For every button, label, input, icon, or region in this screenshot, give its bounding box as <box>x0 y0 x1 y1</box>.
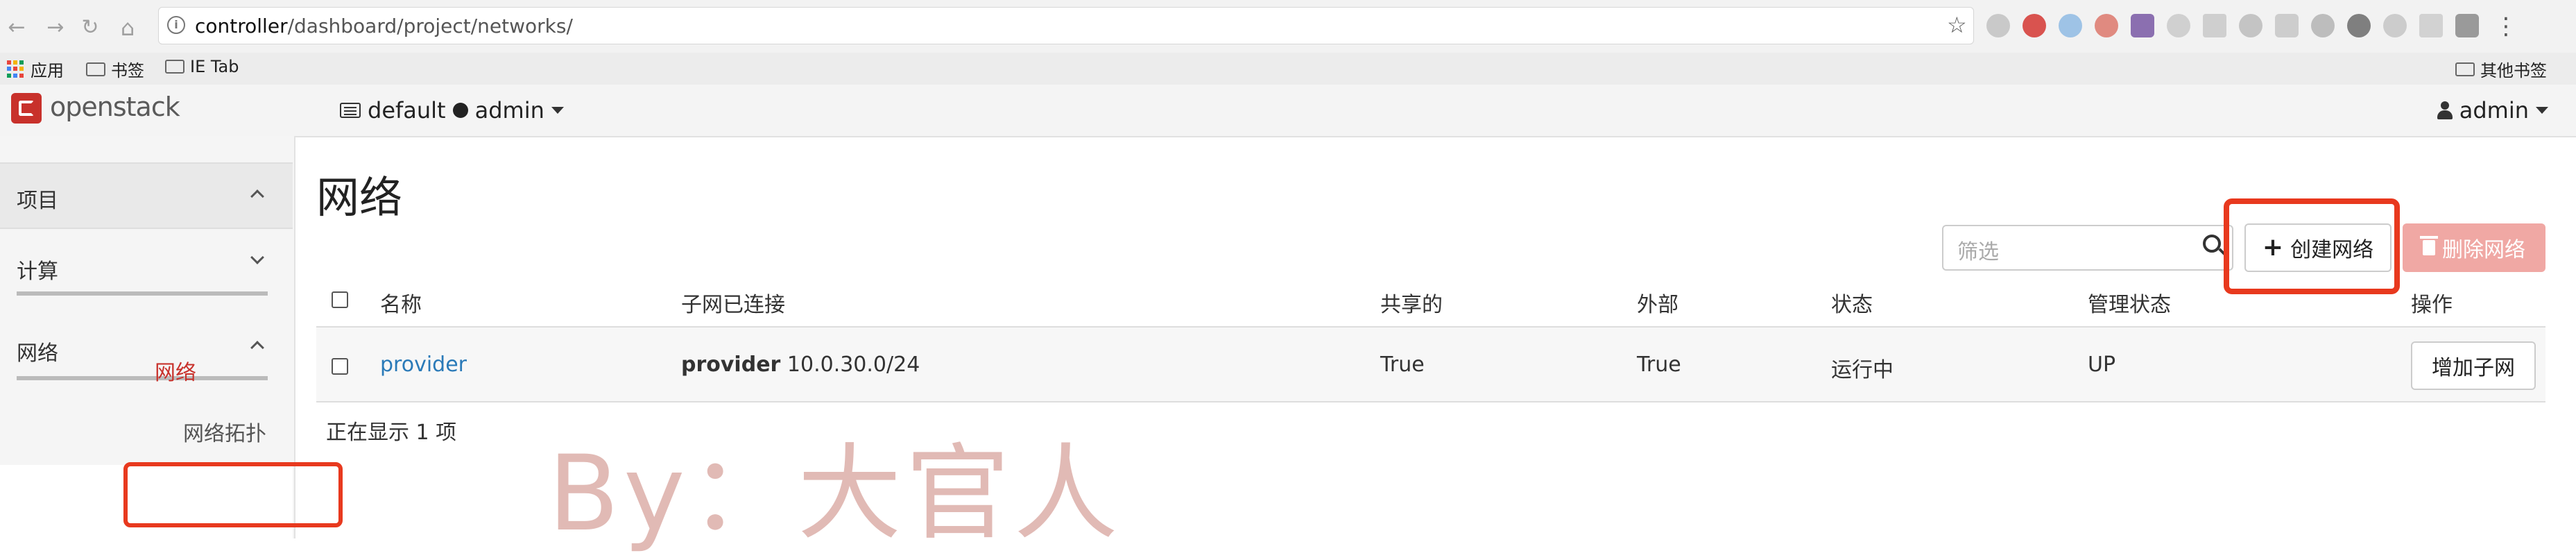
folder-icon <box>2455 62 2475 76</box>
add-subnet-button[interactable]: 增加子网 <box>2411 341 2536 390</box>
caret-down-icon <box>2536 107 2548 114</box>
highlight-box-create <box>2224 198 2400 294</box>
delete-networks-button[interactable]: 删除网络 <box>2403 223 2545 272</box>
sidebar-item-compute[interactable]: 计算 <box>0 240 293 294</box>
ext-icon-6[interactable] <box>2167 14 2190 37</box>
shared-cell: True <box>1380 353 1425 377</box>
sidebar-item-networks[interactable]: 网络 <box>123 355 227 386</box>
filter-placeholder: 筛选 <box>1957 240 1999 264</box>
menu-icon[interactable]: ⋮ <box>2494 12 2518 40</box>
ext-icon-8[interactable] <box>2239 14 2262 37</box>
select-all-checkbox[interactable] <box>332 291 348 308</box>
chevron-up-icon <box>250 189 264 203</box>
reload-icon[interactable]: ↻ <box>76 15 104 40</box>
ext-icon-5[interactable] <box>2131 14 2154 37</box>
back-icon[interactable]: ← <box>3 15 31 40</box>
status-cell: 运行中 <box>1831 358 1894 382</box>
column-header-name[interactable]: 名称 <box>380 287 422 318</box>
column-header-subnets[interactable]: 子网已连接 <box>681 287 785 318</box>
user-icon <box>2437 101 2453 119</box>
column-header-external[interactable]: 外部 <box>1637 287 1678 318</box>
list-icon <box>340 103 361 118</box>
bookmark-folder-bookmarks[interactable]: 书签 <box>86 57 144 81</box>
column-header-actions: 操作 <box>2411 293 2453 317</box>
sidebar-divider <box>17 291 268 296</box>
table-row <box>316 328 2545 402</box>
openstack-logo-text[interactable]: openstack <box>50 92 180 122</box>
bookmark-folder-ietab[interactable]: IE Tab <box>165 57 239 76</box>
ext-icon-13[interactable] <box>2419 14 2443 37</box>
apps-grid-icon <box>7 60 25 78</box>
ext-icon-11[interactable] <box>2347 14 2371 37</box>
ext-icon-12[interactable] <box>2383 14 2407 37</box>
bookmark-apps[interactable]: 应用 <box>7 57 64 81</box>
subnet-cell: provider 10.0.30.0/24 <box>681 353 920 377</box>
openstack-logo-icon[interactable] <box>11 93 42 124</box>
sidebar-item-topology[interactable]: 网络拓扑 <box>183 416 266 447</box>
highlight-box-sidebar <box>123 462 343 527</box>
chevron-up-icon <box>250 341 264 355</box>
bookmark-star-icon[interactable]: ☆ <box>1947 12 1967 38</box>
dot-icon <box>452 103 468 118</box>
admin-state-cell: UP <box>2088 353 2116 377</box>
network-name-link[interactable]: provider <box>380 353 467 377</box>
forward-icon[interactable]: → <box>42 15 69 40</box>
ext-icon-9[interactable] <box>2275 14 2299 37</box>
chevron-down-icon <box>250 251 264 264</box>
ext-icon-14[interactable] <box>2455 14 2479 37</box>
ext-icon-7[interactable] <box>2203 14 2226 37</box>
bookmarks-bar: 应用 书签 IE Tab 其他书签 <box>0 53 2576 85</box>
folder-icon <box>165 60 184 74</box>
watermark: By：大官人 <box>548 434 1122 554</box>
user-menu[interactable]: admin <box>2437 97 2548 124</box>
folder-icon <box>86 62 105 76</box>
column-header-shared[interactable]: 共享的 <box>1380 287 1443 318</box>
ext-icon-1[interactable] <box>1986 14 2010 37</box>
url-text: controller/dashboard/project/networks/ <box>195 15 573 37</box>
address-bar[interactable]: i controller/dashboard/project/networks/… <box>158 7 1974 44</box>
ext-icon-4[interactable] <box>2095 14 2118 37</box>
external-cell: True <box>1637 353 1681 377</box>
ext-icon-10[interactable] <box>2311 14 2335 37</box>
sidebar-item-project[interactable]: 项目 <box>0 162 293 229</box>
abp-icon[interactable] <box>2023 14 2046 37</box>
column-header-status[interactable]: 状态 <box>1831 287 1873 318</box>
trash-icon <box>2420 236 2438 255</box>
search-icon[interactable] <box>2203 235 2221 253</box>
info-icon[interactable]: i <box>167 16 185 34</box>
row-checkbox[interactable] <box>332 358 348 375</box>
item-count: 正在显示 1 项 <box>326 421 457 445</box>
caret-down-icon <box>551 107 564 114</box>
ext-icon-3[interactable] <box>2059 14 2082 37</box>
openstack-navbar: openstack default admin admin <box>0 85 2576 137</box>
column-header-admin-state[interactable]: 管理状态 <box>2088 287 2171 318</box>
bookmark-folder-other[interactable]: 其他书签 <box>2455 57 2547 81</box>
browser-toolbar: ← → ↻ ⌂ i controller/dashboard/project/n… <box>0 0 2576 53</box>
page-title: 网络 <box>316 172 403 223</box>
home-icon[interactable]: ⌂ <box>114 15 141 40</box>
project-switcher[interactable]: default admin <box>340 97 564 124</box>
